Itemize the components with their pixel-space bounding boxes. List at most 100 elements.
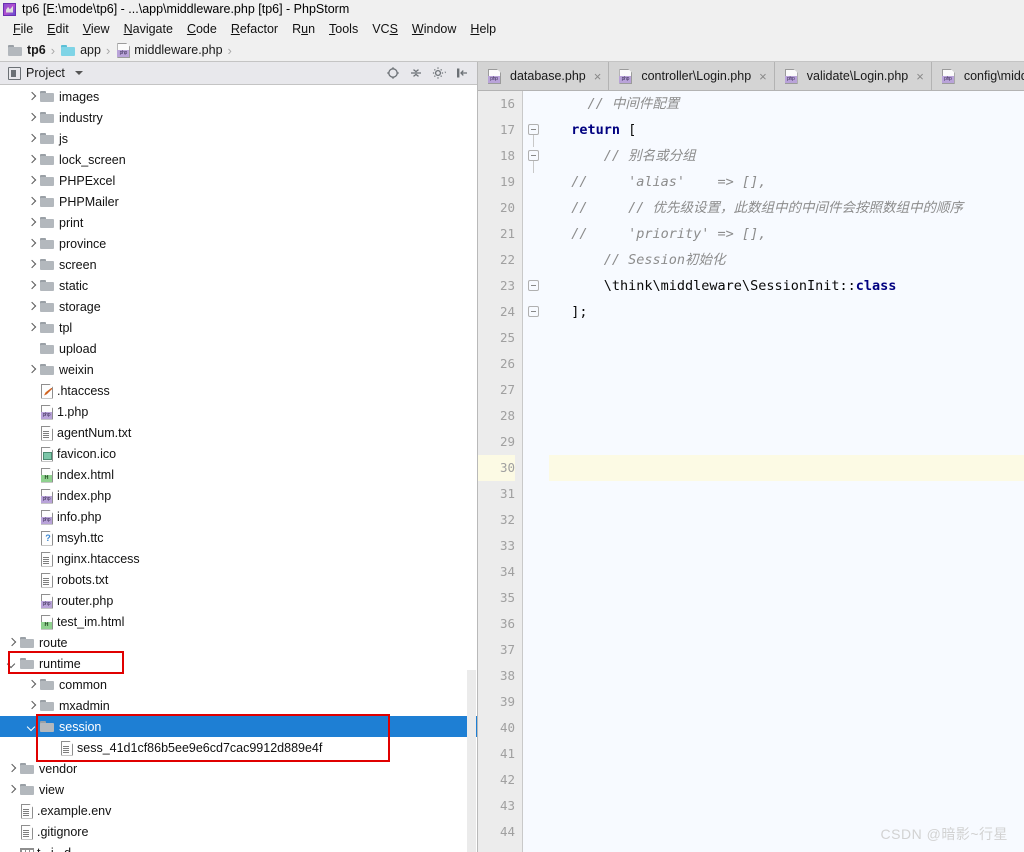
settings-gear-icon[interactable] xyxy=(432,66,447,80)
tree-row[interactable]: mxadmin xyxy=(0,695,477,716)
tree-row[interactable]: view xyxy=(0,779,477,800)
chevron-right-icon[interactable] xyxy=(26,679,37,690)
code-line[interactable] xyxy=(555,585,1024,611)
code-line[interactable]: \think\middleware\SessionInit::class xyxy=(555,273,1024,299)
code-line[interactable] xyxy=(555,559,1024,585)
tree-row[interactable]: index.html xyxy=(0,464,477,485)
menu-item-tools[interactable]: Tools xyxy=(322,20,365,38)
code-line[interactable] xyxy=(555,403,1024,429)
tree-row[interactable]: PHPMailer xyxy=(0,191,477,212)
hide-panel-icon[interactable] xyxy=(455,66,469,80)
chevron-down-icon[interactable] xyxy=(6,658,17,669)
tree-row[interactable]: route xyxy=(0,632,477,653)
code-line[interactable] xyxy=(555,715,1024,741)
fold-toggle-inner[interactable] xyxy=(528,150,539,161)
fold-toggle-end[interactable] xyxy=(528,306,539,317)
close-icon[interactable]: × xyxy=(759,70,767,83)
tree-row[interactable]: images xyxy=(0,86,477,107)
breadcrumb-item-tp6[interactable]: tp6 xyxy=(8,43,46,57)
code-line[interactable] xyxy=(555,325,1024,351)
menu-item-view[interactable]: View xyxy=(76,20,117,38)
collapse-all-icon[interactable] xyxy=(409,66,423,80)
tree-row[interactable]: js xyxy=(0,128,477,149)
tree-row[interactable]: industry xyxy=(0,107,477,128)
tree-row[interactable]: province xyxy=(0,233,477,254)
tree-row[interactable]: .gitignore xyxy=(0,821,477,842)
code-line[interactable] xyxy=(555,637,1024,663)
tree-row[interactable]: common xyxy=(0,674,477,695)
chevron-right-icon[interactable] xyxy=(6,637,17,648)
code-line[interactable]: // // 优先级设置，此数组中的中间件会按照数组中的顺序 xyxy=(555,195,1024,221)
code-line[interactable]: // 'alias' => [], xyxy=(555,169,1024,195)
chevron-right-icon[interactable] xyxy=(6,784,17,795)
tree-row[interactable]: nginx.htaccess xyxy=(0,548,477,569)
sidebar-scrollbar[interactable] xyxy=(467,670,476,852)
code-line[interactable] xyxy=(555,689,1024,715)
chevron-down-icon[interactable] xyxy=(26,721,37,732)
tree-row[interactable]: print xyxy=(0,212,477,233)
tree-row[interactable]: PHPExcel xyxy=(0,170,477,191)
code-line[interactable]: // Session初始化 xyxy=(555,247,1024,273)
chevron-right-icon[interactable] xyxy=(26,259,37,270)
menu-item-code[interactable]: Code xyxy=(180,20,224,38)
chevron-right-icon[interactable] xyxy=(6,763,17,774)
locate-icon[interactable] xyxy=(386,66,400,80)
tree-row[interactable]: .example.env xyxy=(0,800,477,821)
tree-row[interactable]: sess_41d1cf86b5ee9e6cd7cac9912d889e4f xyxy=(0,737,477,758)
tree-row[interactable]: lock_screen xyxy=(0,149,477,170)
menu-item-vcs[interactable]: VCS xyxy=(365,20,405,38)
tree-row[interactable]: robots.txt xyxy=(0,569,477,590)
code-line[interactable] xyxy=(555,429,1024,455)
code-editor[interactable]: 16 17 18 19 20 21 22 23 24 25 26 27 28 29 30 31 32 33 34 35… xyxy=(478,91,1024,852)
tree-row[interactable]: 1.php xyxy=(0,401,477,422)
code-line[interactable] xyxy=(555,533,1024,559)
chevron-right-icon[interactable] xyxy=(26,112,37,123)
menu-item-navigate[interactable]: Navigate xyxy=(117,20,180,38)
code-line[interactable] xyxy=(555,611,1024,637)
chevron-right-icon[interactable] xyxy=(26,154,37,165)
code-line[interactable] xyxy=(555,377,1024,403)
code-content[interactable]: // 中间件配置 return [ // 别名或分组 // 'alias' =>… xyxy=(549,91,1024,852)
tree-row[interactable]: upload xyxy=(0,338,477,359)
chevron-right-icon[interactable] xyxy=(26,133,37,144)
breadcrumb-item-app[interactable]: app xyxy=(61,43,101,57)
code-line[interactable]: // 中间件配置 xyxy=(555,91,1024,117)
chevron-right-icon[interactable] xyxy=(26,364,37,375)
code-line[interactable]: ]; xyxy=(555,299,1024,325)
tree-row-selected[interactable]: session xyxy=(0,716,477,737)
tree-row[interactable]: screen xyxy=(0,254,477,275)
tree-row[interactable]: storage xyxy=(0,296,477,317)
tree-row[interactable]: info.php xyxy=(0,506,477,527)
chevron-right-icon[interactable] xyxy=(26,217,37,228)
chevron-right-icon[interactable] xyxy=(26,196,37,207)
tree-row[interactable]: favicon.ico xyxy=(0,443,477,464)
tree-row[interactable]: vendor xyxy=(0,758,477,779)
menu-item-help[interactable]: Help xyxy=(463,20,503,38)
editor-tab[interactable]: config\midd xyxy=(932,62,1024,90)
chevron-right-icon[interactable] xyxy=(26,91,37,102)
tree-row[interactable]: index.php xyxy=(0,485,477,506)
code-line[interactable] xyxy=(555,793,1024,819)
chevron-right-icon[interactable] xyxy=(26,280,37,291)
editor-tab[interactable]: database.php × xyxy=(478,62,610,90)
chevron-right-icon[interactable] xyxy=(26,175,37,186)
menu-item-file[interactable]: File xyxy=(6,20,40,38)
code-folding-gutter[interactable] xyxy=(523,91,549,852)
code-line[interactable] xyxy=(555,663,1024,689)
code-line[interactable] xyxy=(555,507,1024,533)
code-line[interactable] xyxy=(555,741,1024,767)
close-icon[interactable]: × xyxy=(594,70,602,83)
editor-tab[interactable]: validate\Login.php × xyxy=(775,62,932,90)
chevron-right-icon[interactable] xyxy=(26,301,37,312)
chevron-down-icon[interactable] xyxy=(74,71,83,75)
code-line[interactable]: return [ xyxy=(555,117,1024,143)
menu-item-window[interactable]: Window xyxy=(405,20,463,38)
menu-item-edit[interactable]: Edit xyxy=(40,20,76,38)
tree-row[interactable]: msyh.ttc xyxy=(0,527,477,548)
tree-row[interactable]: .htaccess xyxy=(0,380,477,401)
code-line[interactable] xyxy=(555,351,1024,377)
editor-tab[interactable]: controller\Login.php × xyxy=(609,62,775,90)
code-line[interactable]: // 'priority' => [], xyxy=(555,221,1024,247)
code-line[interactable] xyxy=(549,455,1024,481)
tree-row[interactable]: router.php xyxy=(0,590,477,611)
